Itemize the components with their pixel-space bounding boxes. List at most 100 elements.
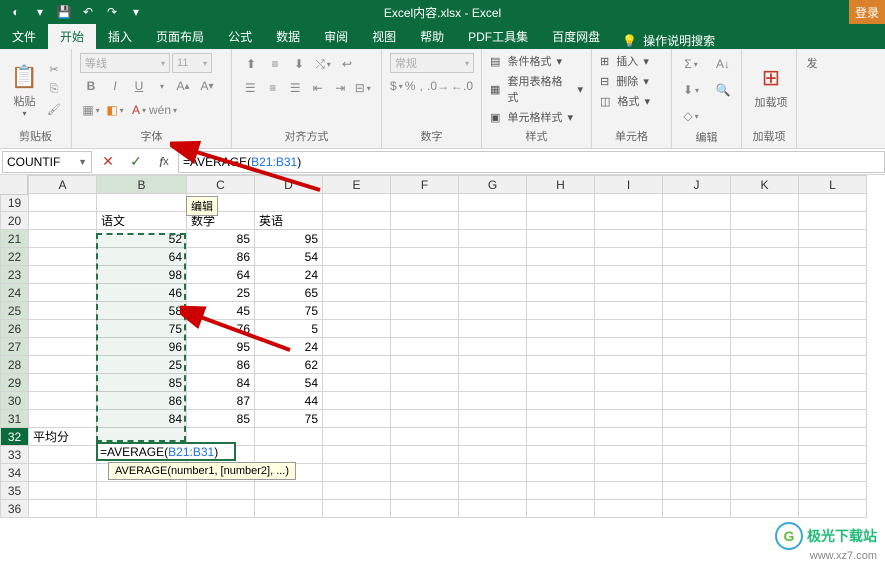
cell[interactable] (527, 482, 595, 500)
column-header[interactable]: K (731, 176, 799, 194)
cell[interactable] (29, 338, 97, 356)
cell[interactable] (799, 194, 867, 212)
cell[interactable] (391, 482, 459, 500)
login-button[interactable]: 登录 (849, 0, 885, 24)
cell[interactable] (663, 230, 731, 248)
cell[interactable] (663, 320, 731, 338)
cell[interactable] (391, 428, 459, 446)
increase-decimal-icon[interactable]: .0→ (427, 75, 449, 97)
cell[interactable] (731, 338, 799, 356)
cell[interactable] (459, 284, 527, 302)
cell[interactable] (29, 482, 97, 500)
cell[interactable] (595, 410, 663, 428)
cell[interactable]: 95 (255, 230, 323, 248)
cell[interactable]: 语文 (97, 212, 187, 230)
tab-baidu[interactable]: 百度网盘 (540, 24, 612, 49)
cell[interactable] (29, 248, 97, 266)
qat-dropdown-icon[interactable]: ▾ (30, 2, 50, 22)
formula-input[interactable]: =AVERAGE(B21:B31) (178, 151, 885, 173)
cell[interactable] (595, 194, 663, 212)
comma-style-icon[interactable]: , (417, 75, 425, 97)
cell[interactable] (799, 338, 867, 356)
underline-button[interactable]: U (128, 75, 150, 97)
cell[interactable] (527, 248, 595, 266)
number-format-combo[interactable]: 常规▾ (390, 53, 474, 73)
cell[interactable] (799, 500, 867, 518)
insert-function-button[interactable]: fx (150, 150, 178, 174)
cell[interactable] (527, 500, 595, 518)
cell[interactable]: 24 (255, 338, 323, 356)
cell[interactable]: 85 (187, 410, 255, 428)
cell[interactable]: 75 (255, 302, 323, 320)
cell[interactable]: 86 (97, 392, 187, 410)
cell[interactable] (459, 464, 527, 482)
cell[interactable] (663, 464, 731, 482)
cell[interactable] (731, 320, 799, 338)
cell[interactable] (731, 374, 799, 392)
cell[interactable] (459, 320, 527, 338)
cell[interactable] (391, 500, 459, 518)
cell[interactable] (527, 374, 595, 392)
cell[interactable] (255, 500, 323, 518)
align-right-icon[interactable]: ☰ (285, 77, 306, 99)
cell[interactable] (731, 194, 799, 212)
cell[interactable] (663, 392, 731, 410)
font-color-button[interactable]: A (128, 99, 150, 121)
cell[interactable] (255, 482, 323, 500)
row-header[interactable]: 28 (1, 356, 29, 374)
row-header[interactable]: 31 (1, 410, 29, 428)
cell[interactable]: 84 (97, 410, 187, 428)
cell[interactable] (323, 248, 391, 266)
underline-dropdown[interactable] (152, 77, 170, 95)
cell[interactable] (799, 266, 867, 284)
redo-icon[interactable]: ↷ (102, 2, 122, 22)
column-header[interactable]: J (663, 176, 731, 194)
cell[interactable] (527, 464, 595, 482)
tab-pdf[interactable]: PDF工具集 (456, 24, 540, 49)
autosave-toggle-icon[interactable]: ◐ (6, 2, 26, 22)
cell[interactable] (527, 230, 595, 248)
cell[interactable] (459, 428, 527, 446)
cell[interactable] (323, 428, 391, 446)
tab-view[interactable]: 视图 (360, 24, 408, 49)
cell[interactable]: 75 (255, 410, 323, 428)
cell[interactable] (799, 212, 867, 230)
delete-cells-button[interactable]: ⊟ 删除 ▾ (600, 73, 663, 89)
cell[interactable] (323, 302, 391, 320)
row-header[interactable]: 34 (1, 464, 29, 482)
cell[interactable] (595, 338, 663, 356)
cell[interactable] (799, 392, 867, 410)
row-header[interactable]: 19 (1, 194, 29, 212)
cell[interactable] (799, 482, 867, 500)
cell[interactable] (97, 500, 187, 518)
cell[interactable] (323, 284, 391, 302)
cell[interactable] (391, 266, 459, 284)
copy-icon[interactable]: ⎘ (45, 81, 63, 99)
cell[interactable] (391, 374, 459, 392)
cell[interactable] (731, 356, 799, 374)
cell[interactable] (391, 338, 459, 356)
cell[interactable] (663, 338, 731, 356)
cell[interactable] (527, 212, 595, 230)
cell[interactable] (595, 248, 663, 266)
cell[interactable] (527, 410, 595, 428)
cell[interactable] (391, 248, 459, 266)
cell[interactable]: 平均分 (29, 428, 97, 446)
cell[interactable] (731, 392, 799, 410)
cell[interactable]: 54 (255, 374, 323, 392)
cell[interactable] (391, 446, 459, 464)
cell[interactable] (595, 284, 663, 302)
align-middle-icon[interactable]: ≡ (264, 53, 286, 75)
cell[interactable] (663, 194, 731, 212)
cell[interactable] (29, 284, 97, 302)
cell[interactable] (527, 428, 595, 446)
select-all-corner[interactable] (0, 175, 28, 195)
cell[interactable] (29, 266, 97, 284)
cell[interactable] (799, 284, 867, 302)
cell[interactable]: 85 (97, 374, 187, 392)
cell[interactable] (459, 248, 527, 266)
cell[interactable]: 95 (187, 338, 255, 356)
name-box-dropdown-icon[interactable]: ▼ (78, 157, 87, 167)
column-header[interactable]: C (187, 176, 255, 194)
cell[interactable] (323, 338, 391, 356)
